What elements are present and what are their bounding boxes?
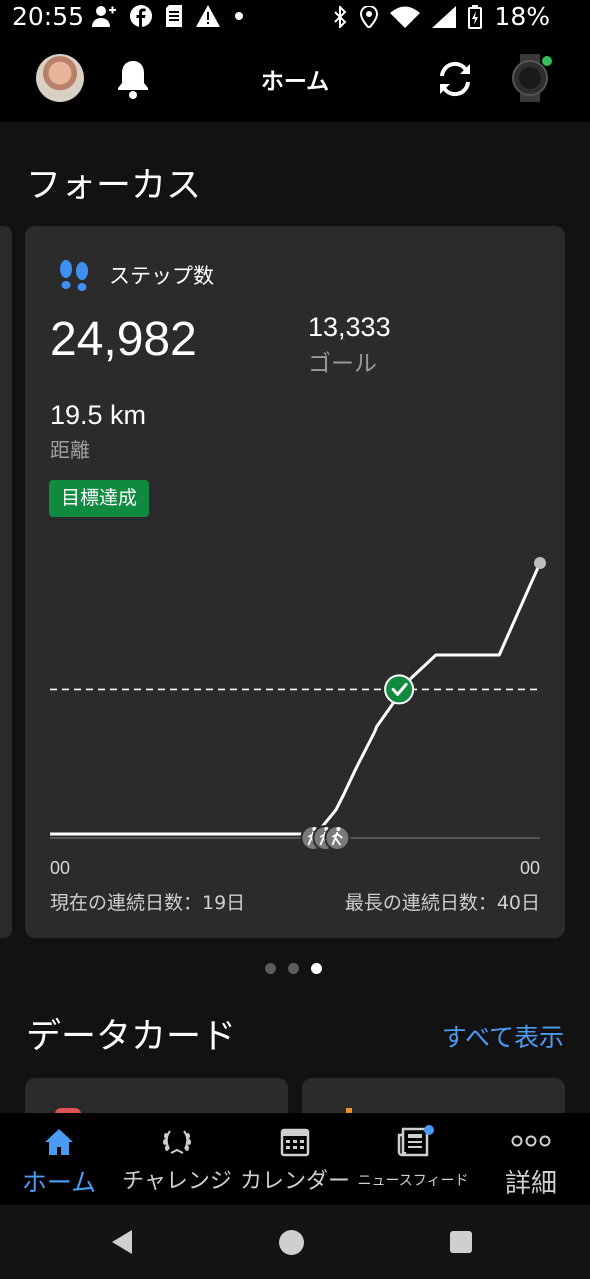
footprints-icon bbox=[60, 260, 88, 291]
carousel-dot-active[interactable] bbox=[311, 963, 322, 974]
distance-value: 19.5 km bbox=[50, 400, 147, 430]
location-icon bbox=[360, 5, 379, 28]
notification-icons bbox=[92, 5, 244, 27]
show-all-link[interactable]: すべて表示 bbox=[442, 1018, 564, 1054]
goal-achieved-badge: 目標達成 bbox=[49, 480, 150, 517]
previous-card-peek[interactable] bbox=[0, 226, 12, 938]
steps-value: 24,982 bbox=[50, 313, 197, 366]
laurel-icon bbox=[163, 1130, 191, 1154]
newsfeed-unread-indicator bbox=[424, 1125, 434, 1135]
carousel-dot[interactable] bbox=[265, 963, 276, 974]
nav-home[interactable]: ホーム bbox=[14, 1113, 104, 1205]
battery-percent: 18% bbox=[494, 2, 550, 31]
goal-value: 13,333 bbox=[308, 312, 391, 342]
goal-reached-marker bbox=[384, 674, 415, 705]
distance-label: 距離 bbox=[50, 438, 90, 462]
steps-line bbox=[50, 562, 542, 836]
longest-streak: 最長の連続日数：40日 bbox=[344, 892, 540, 914]
person-add-icon bbox=[92, 6, 116, 27]
system-navigation bbox=[0, 1205, 590, 1279]
nav-label: チャレンジ bbox=[122, 1169, 232, 1194]
nav-label: 詳細 bbox=[504, 1169, 557, 1199]
status-time: 20:55 bbox=[12, 2, 85, 31]
nav-challenge[interactable]: チャレンジ bbox=[118, 1113, 236, 1205]
sim-icon bbox=[166, 5, 182, 27]
nav-label: ホーム bbox=[21, 1168, 97, 1197]
nav-newsfeed[interactable]: ニュースフィード bbox=[354, 1113, 472, 1205]
nav-label: ニュースフィード bbox=[357, 1173, 469, 1189]
app-bar: ホーム bbox=[0, 38, 590, 122]
more-icon bbox=[511, 1135, 551, 1147]
wifi-icon bbox=[390, 6, 421, 28]
goal-label: ゴール bbox=[308, 351, 377, 377]
dot-icon bbox=[235, 12, 243, 20]
current-streak: 現在の連続日数：19日 bbox=[50, 892, 246, 914]
page-title: ホーム bbox=[260, 69, 330, 95]
nav-more[interactable]: 詳細 bbox=[478, 1113, 584, 1205]
data-cards-title: データカード bbox=[26, 1017, 237, 1057]
chart-x-start: 00 bbox=[50, 858, 71, 878]
sync-icon[interactable] bbox=[434, 58, 476, 100]
home-button-icon[interactable] bbox=[279, 1230, 304, 1255]
card-label: ステップ数 bbox=[109, 264, 214, 288]
chart-x-end: 00 bbox=[519, 858, 540, 878]
facebook-icon bbox=[130, 5, 152, 27]
activity-markers bbox=[300, 825, 351, 851]
steps-chart bbox=[50, 557, 546, 851]
back-icon[interactable] bbox=[110, 1229, 134, 1255]
system-icons: 18% bbox=[332, 2, 550, 31]
walking-icon bbox=[324, 825, 351, 851]
recents-icon[interactable] bbox=[450, 1231, 472, 1253]
watch-connected-indicator bbox=[542, 56, 552, 66]
warning-icon bbox=[196, 5, 220, 27]
calendar-icon bbox=[280, 1128, 310, 1157]
nav-label: カレンダー bbox=[239, 1169, 350, 1194]
nav-calendar[interactable]: カレンダー bbox=[236, 1113, 354, 1205]
bluetooth-icon bbox=[334, 5, 347, 28]
end-point bbox=[534, 557, 546, 570]
carousel-dot[interactable] bbox=[288, 963, 299, 974]
signal-icon bbox=[432, 5, 457, 28]
steps-card[interactable]: ステップ数 24,982 13,333 ゴール 19.5 km 距離 目標達成 … bbox=[25, 226, 565, 938]
status-bar: 20:55 18% bbox=[0, 0, 590, 38]
bottom-navigation: ホーム チャレンジ カレンダー ニュースフィード 詳細 bbox=[0, 1113, 590, 1205]
carousel-indicator bbox=[265, 963, 322, 974]
home-icon bbox=[45, 1129, 73, 1155]
focus-section-title: フォーカス bbox=[26, 166, 202, 206]
battery-charging-icon bbox=[468, 4, 483, 29]
